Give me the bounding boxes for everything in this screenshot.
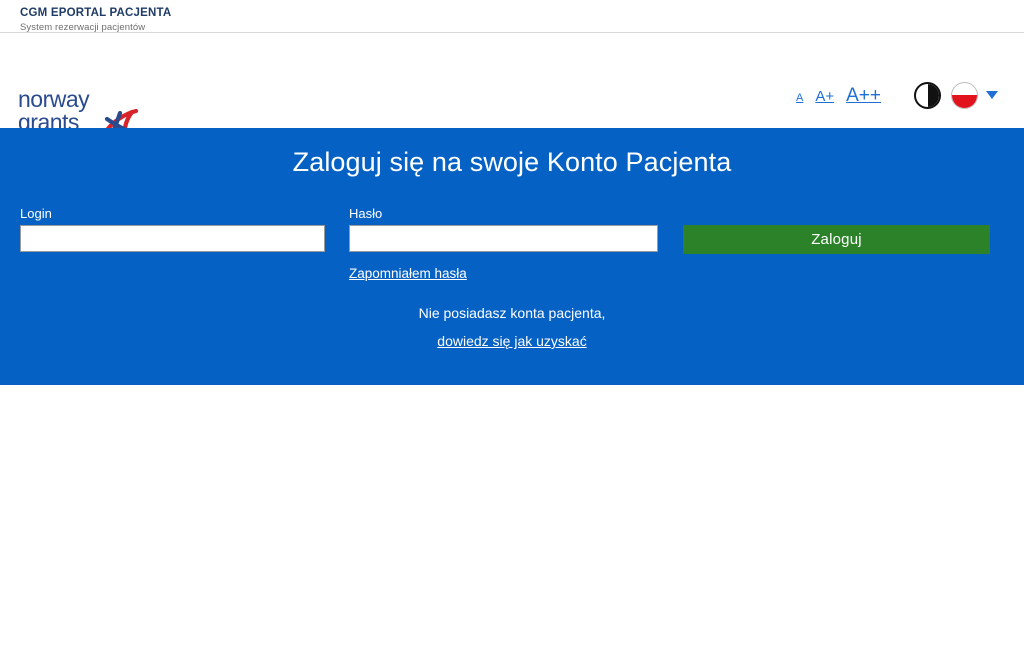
font-size-large-button[interactable]: A++ <box>846 86 881 105</box>
font-size-small-button[interactable]: A <box>796 92 803 104</box>
no-account-text: Nie posiadasz konta pacjenta, <box>418 305 606 321</box>
font-size-controls: A A+ A++ <box>796 86 881 105</box>
page-body <box>0 385 1024 647</box>
brand-bar: norway grants A A+ A++ <box>0 33 1024 140</box>
register-info-link[interactable]: dowiedz się jak uzyskać <box>437 333 586 349</box>
app-subtitle: System rezerwacji pacjentów <box>20 22 146 33</box>
login-input[interactable] <box>20 225 325 252</box>
font-size-medium-button[interactable]: A+ <box>815 89 834 104</box>
password-input[interactable] <box>349 225 658 252</box>
no-account-link-row: dowiedz się jak uzyskać <box>0 333 1024 351</box>
contrast-icon[interactable] <box>914 81 941 109</box>
app-header: CGM EPORTAL PACJENTA System rezerwacji p… <box>0 0 1024 33</box>
login-label: Login <box>20 206 52 221</box>
accessibility-toolbar: A A+ A++ <box>796 77 998 113</box>
app-title: CGM EPORTAL PACJENTA <box>20 7 172 19</box>
login-submit-button[interactable]: Zaloguj <box>683 225 990 254</box>
page-title: Zaloguj się na swoje Konto Pacjenta <box>292 147 732 177</box>
forgot-password-link[interactable]: Zapomniałem hasła <box>349 266 467 281</box>
password-label: Hasło <box>349 206 383 221</box>
login-panel: Zaloguj się na swoje Konto Pacjenta Logi… <box>0 128 1024 385</box>
polish-flag-icon[interactable] <box>951 81 978 109</box>
chevron-down-icon[interactable] <box>986 91 998 99</box>
